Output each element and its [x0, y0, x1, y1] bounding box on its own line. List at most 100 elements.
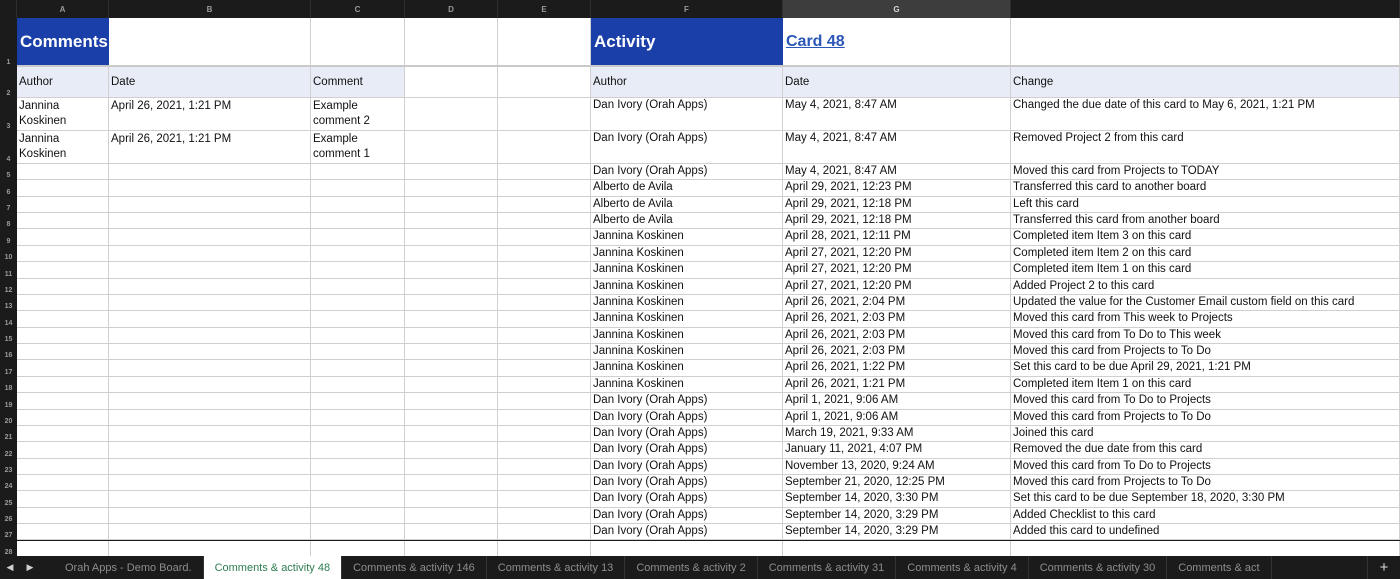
empty-cell[interactable]: [498, 442, 591, 459]
empty-cell[interactable]: [109, 393, 311, 410]
column-header-d[interactable]: D: [405, 0, 498, 18]
empty-cell[interactable]: [109, 409, 311, 426]
empty-cell[interactable]: [109, 507, 311, 525]
empty-cell[interactable]: [109, 327, 311, 345]
empty-cell[interactable]: [311, 409, 405, 426]
activity-cell[interactable]: Jannina Koskinen: [591, 360, 783, 377]
comments-cell[interactable]: Example comment 2: [311, 98, 405, 131]
activity-cell[interactable]: Jannina Koskinen: [591, 294, 783, 312]
empty-cell[interactable]: [311, 524, 405, 541]
activity-cell[interactable]: Jannina Koskinen: [591, 229, 783, 246]
row-header[interactable]: 10: [0, 245, 17, 263]
empty-cell[interactable]: [311, 18, 405, 67]
empty-cell[interactable]: [109, 180, 311, 197]
empty-cell[interactable]: [109, 475, 311, 492]
activity-cell[interactable]: Added Checklist to this card: [1011, 507, 1400, 525]
empty-cell[interactable]: [17, 458, 109, 476]
empty-cell[interactable]: [311, 393, 405, 410]
column-header-e[interactable]: E: [498, 0, 591, 18]
empty-cell[interactable]: [405, 98, 498, 131]
activity-cell[interactable]: Moved this card from To Do to Projects: [1011, 393, 1400, 410]
empty-cell[interactable]: [498, 294, 591, 312]
row-header[interactable]: 4: [0, 131, 17, 164]
empty-cell[interactable]: [498, 180, 591, 197]
row-header[interactable]: 27: [0, 524, 17, 541]
activity-cell[interactable]: April 1, 2021, 9:06 AM: [783, 393, 1011, 410]
empty-cell[interactable]: [405, 360, 498, 377]
activity-cell[interactable]: Moved this card from Projects to To Do: [1011, 409, 1400, 426]
row-header[interactable]: 5: [0, 164, 17, 181]
empty-cell[interactable]: [498, 376, 591, 394]
activity-cell[interactable]: April 26, 2021, 1:21 PM: [783, 376, 1011, 394]
sheet-tab[interactable]: Comments & activity 13: [487, 556, 626, 579]
empty-cell[interactable]: [311, 360, 405, 377]
activity-cell[interactable]: Dan Ivory (Orah Apps): [591, 475, 783, 492]
empty-cell[interactable]: [17, 278, 109, 295]
activity-cell[interactable]: Dan Ivory (Orah Apps): [591, 491, 783, 508]
activity-cell[interactable]: April 27, 2021, 12:20 PM: [783, 262, 1011, 279]
empty-cell[interactable]: [498, 213, 591, 230]
empty-cell[interactable]: [405, 164, 498, 181]
row-header[interactable]: 19: [0, 393, 17, 410]
empty-cell[interactable]: [311, 311, 405, 328]
empty-cell[interactable]: [405, 213, 498, 230]
activity-header-change[interactable]: Change: [1011, 67, 1400, 98]
activity-cell[interactable]: Transferred this card from another board: [1011, 213, 1400, 230]
empty-cell[interactable]: [311, 475, 405, 492]
empty-cell[interactable]: [17, 376, 109, 394]
activity-cell[interactable]: Dan Ivory (Orah Apps): [591, 98, 783, 131]
comments-header-comment[interactable]: Comment: [311, 67, 405, 98]
comments-header-author[interactable]: Author: [17, 67, 109, 98]
empty-cell[interactable]: [498, 409, 591, 426]
empty-cell[interactable]: [17, 475, 109, 492]
empty-cell[interactable]: [109, 229, 311, 246]
row-header[interactable]: 23: [0, 458, 17, 476]
row-header[interactable]: 6: [0, 180, 17, 197]
activity-cell[interactable]: April 28, 2021, 12:11 PM: [783, 229, 1011, 246]
empty-cell[interactable]: [311, 376, 405, 394]
row-header[interactable]: 18: [0, 376, 17, 394]
activity-cell[interactable]: Dan Ivory (Orah Apps): [591, 425, 783, 443]
activity-cell[interactable]: April 26, 2021, 2:03 PM: [783, 327, 1011, 345]
empty-cell[interactable]: [311, 262, 405, 279]
add-sheet-icon[interactable]: +: [1367, 556, 1400, 579]
comments-cell[interactable]: Jannina Koskinen: [17, 131, 109, 164]
activity-cell[interactable]: Dan Ivory (Orah Apps): [591, 507, 783, 525]
activity-cell[interactable]: Left this card: [1011, 196, 1400, 214]
sheet-tab[interactable]: Comments & act: [1167, 556, 1272, 579]
empty-cell[interactable]: [405, 393, 498, 410]
comments-title[interactable]: Comments: [17, 18, 109, 67]
row-header[interactable]: 25: [0, 491, 17, 508]
empty-cell[interactable]: [17, 229, 109, 246]
empty-cell[interactable]: [109, 458, 311, 476]
empty-cell[interactable]: [405, 491, 498, 508]
empty-cell[interactable]: [405, 458, 498, 476]
empty-cell[interactable]: [109, 425, 311, 443]
empty-cell[interactable]: [498, 196, 591, 214]
activity-cell[interactable]: Completed item Item 1 on this card: [1011, 262, 1400, 279]
empty-cell[interactable]: [17, 491, 109, 508]
activity-cell[interactable]: Set this card to be due September 18, 20…: [1011, 491, 1400, 508]
empty-cell[interactable]: [498, 18, 591, 67]
row-header[interactable]: 28: [0, 540, 17, 556]
empty-cell[interactable]: [498, 507, 591, 525]
activity-cell[interactable]: April 26, 2021, 2:03 PM: [783, 311, 1011, 328]
empty-cell[interactable]: [498, 245, 591, 263]
activity-cell[interactable]: Dan Ivory (Orah Apps): [591, 131, 783, 164]
comments-cell[interactable]: April 26, 2021, 1:21 PM: [109, 131, 311, 164]
empty-cell[interactable]: [311, 229, 405, 246]
activity-cell[interactable]: Moved this card from This week to Projec…: [1011, 311, 1400, 328]
empty-cell[interactable]: [109, 344, 311, 361]
activity-cell[interactable]: Moved this card from Projects to TODAY: [1011, 164, 1400, 181]
comments-header-date[interactable]: Date: [109, 67, 311, 98]
activity-cell[interactable]: April 1, 2021, 9:06 AM: [783, 409, 1011, 426]
activity-cell[interactable]: Moved this card from To Do to Projects: [1011, 458, 1400, 476]
empty-cell[interactable]: [311, 327, 405, 345]
empty-cell[interactable]: [311, 507, 405, 525]
activity-cell[interactable]: April 29, 2021, 12:18 PM: [783, 213, 1011, 230]
empty-cell[interactable]: [498, 475, 591, 492]
empty-cell[interactable]: [17, 540, 109, 556]
activity-cell[interactable]: May 4, 2021, 8:47 AM: [783, 131, 1011, 164]
empty-cell[interactable]: [498, 540, 591, 556]
row-header[interactable]: 7: [0, 196, 17, 214]
